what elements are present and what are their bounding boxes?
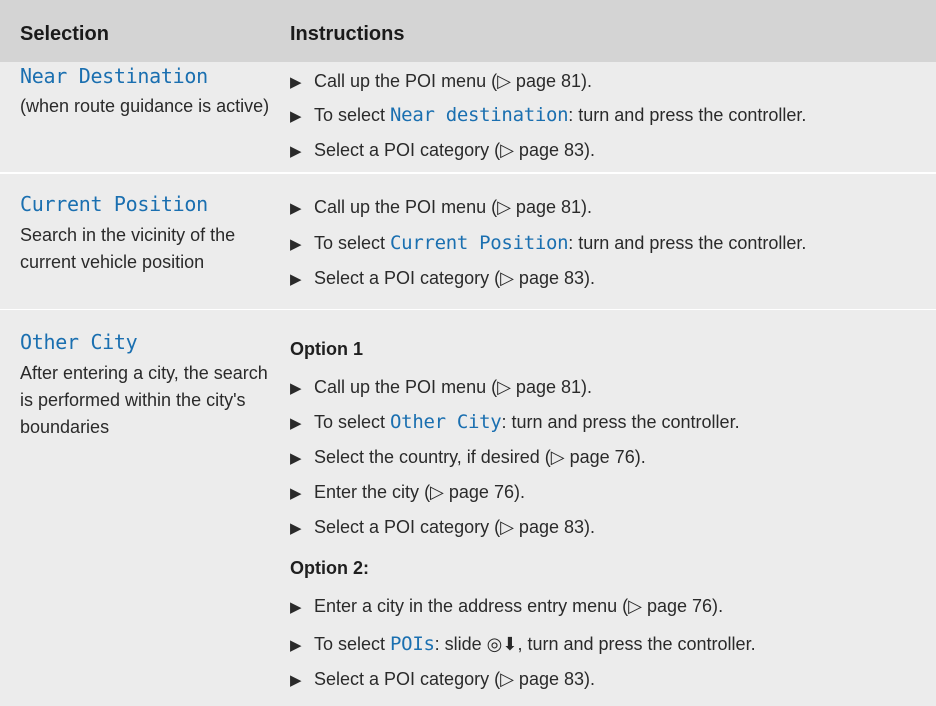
triangle-bullet-icon: ▶ <box>290 74 302 91</box>
table-row-current-position: Current Position Search in the vicinity … <box>0 173 936 309</box>
desc-other-city: After entering a city, the search is per… <box>20 363 268 437</box>
triangle-bullet-icon: ▶ <box>290 485 302 502</box>
triangle-bullet-icon: ▶ <box>290 380 302 397</box>
step: ▶ Select a POI category (▷ page 83). <box>290 266 595 292</box>
step: ▶ Call up the POI menu (▷ page 81). <box>290 195 592 221</box>
option-1-heading: Option 1 <box>290 339 363 359</box>
triangle-bullet-icon: ▶ <box>290 450 302 467</box>
table-header: Selection Instructions <box>0 0 936 62</box>
controller-slide-down-icon: ◎⬇ <box>486 634 518 654</box>
table-row-other-city: Other City After entering a city, the se… <box>0 309 936 706</box>
step: ▶ Call up the POI menu (▷ page 81). <box>290 69 592 95</box>
header-selection: Selection <box>20 23 109 45</box>
step: ▶ Call up the POI menu (▷ page 81). <box>290 375 592 401</box>
triangle-bullet-icon: ▶ <box>290 415 302 432</box>
desc-current-position: Search in the vicinity of the current ve… <box>20 225 236 272</box>
term-other-city: Other City <box>20 330 138 354</box>
triangle-bullet-icon: ▶ <box>290 520 302 537</box>
triangle-bullet-icon: ▶ <box>290 108 302 125</box>
step: ▶ Enter the city (▷ page 76). <box>290 480 525 506</box>
table-row-near-destination: Near Destination (when route guidance is… <box>0 62 936 172</box>
triangle-bullet-icon: ▶ <box>290 271 302 288</box>
triangle-bullet-icon: ▶ <box>290 599 302 616</box>
step: ▶ To select POIs: slide ◎⬇, turn and pres… <box>290 632 756 658</box>
option-2-heading: Option 2: <box>290 558 369 578</box>
triangle-bullet-icon: ▶ <box>290 236 302 253</box>
triangle-bullet-icon: ▶ <box>290 200 302 217</box>
term-current-position: Current Position <box>20 192 208 216</box>
step: ▶ Select a POI category (▷ page 83). <box>290 667 595 693</box>
step: ▶ Select the country, if desired (▷ page … <box>290 445 646 471</box>
step: ▶ Select a POI category (▷ page 83). <box>290 515 595 541</box>
step: ▶ To select Current Position: turn and pr… <box>290 231 806 257</box>
step: ▶ To select Other City: turn and press th… <box>290 410 740 436</box>
step: ▶ Select a POI category (▷ page 83). <box>290 138 595 164</box>
term-near-destination: Near Destination <box>20 64 208 88</box>
triangle-bullet-icon: ▶ <box>290 143 302 160</box>
desc-near-destination: (when route guidance is active) <box>20 96 270 116</box>
step: ▶ To select Near destination: turn and pr… <box>290 103 806 129</box>
step: ▶ Enter a city in the address entry menu … <box>290 594 723 620</box>
header-instructions: Instructions <box>290 23 405 45</box>
triangle-bullet-icon: ▶ <box>290 637 302 654</box>
triangle-bullet-icon: ▶ <box>290 672 302 689</box>
